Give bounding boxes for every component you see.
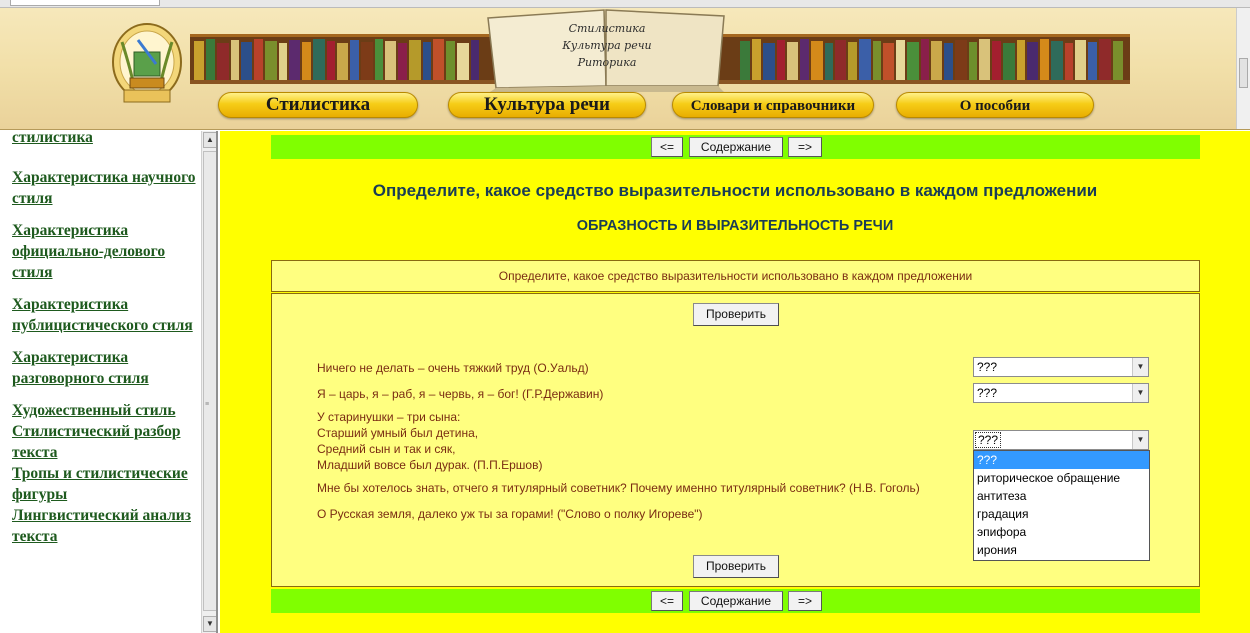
question-2: Я – царь, я – раб, я – червь, я – бог! (… [317, 387, 604, 401]
prev-page-button[interactable]: <= [651, 137, 683, 157]
sidebar-link-official-style[interactable]: Характеристика официально-делового стиля [0, 220, 196, 283]
sidebar-scroll-thumb[interactable] [203, 151, 216, 611]
sidebar-link-publicistic-style[interactable]: Характеристика публицистического стиля [0, 294, 196, 336]
question-3-line-4: Младший вовсе был дурак. (П.П.Ершов) [317, 458, 543, 472]
book-line-2: Культура речи [562, 39, 652, 52]
sidebar-link-colloquial-style[interactable]: Характеристика разговорного стиля [0, 347, 196, 389]
next-page-button[interactable]: => [788, 137, 822, 157]
open-book-image: Стилистика Культура речи Риторика [478, 6, 736, 92]
dropdown-option[interactable]: эпифора [974, 523, 1149, 541]
question-3-line-1: У старинушки – три сына: [317, 410, 461, 424]
question-1: Ничего не делать – очень тяжкий труд (О.… [317, 361, 589, 375]
site-header: Стилистика Культура речи Риторика Стилис… [0, 0, 1250, 130]
book-line-3: Риторика [577, 56, 637, 69]
answer-dropdown-list: ??? риторическое обращение антитеза град… [973, 450, 1150, 561]
scroll-down-arrow-icon[interactable]: ▼ [203, 616, 216, 632]
next-page-button[interactable]: => [788, 591, 822, 611]
scroll-up-arrow-icon[interactable]: ▲ [203, 132, 216, 148]
quiz-panel: Проверить Ничего не делать – очень тяжки… [271, 293, 1200, 587]
answer-select-3-value: ??? [975, 432, 1002, 448]
contents-button[interactable]: Содержание [689, 591, 783, 611]
answer-select-1-value: ??? [977, 360, 998, 374]
chevron-down-icon[interactable]: ▼ [1132, 431, 1148, 449]
page-navbar-top: <= Содержание => [271, 135, 1200, 159]
nav-speech-culture-button[interactable]: Культура речи [448, 92, 646, 118]
question-3: У старинушки – три сына: Старший умный б… [317, 409, 542, 473]
sidebar-link-tropes[interactable]: Тропы и стилистические фигуры [0, 463, 196, 505]
main-content: <= Содержание => Определите, какое средс… [220, 131, 1250, 633]
sidebar-link-scientific-style[interactable]: Характеристика научного стиля [0, 167, 196, 209]
nav-about-button[interactable]: О пособии [896, 92, 1094, 118]
book-line-1: Стилистика [568, 22, 646, 35]
question-3-line-3: Средний сын и так и сяк, [317, 442, 456, 456]
check-button-bottom[interactable]: Проверить [693, 555, 779, 578]
dropdown-option[interactable]: ??? [974, 451, 1149, 469]
sidebar-scrollbar[interactable]: ▲ ≡ ▼ [201, 131, 216, 633]
sidebar-link-linguistic-analysis[interactable]: Лингвистический анализ текста [0, 505, 196, 547]
nav-stylistics-button[interactable]: Стилистика [218, 92, 418, 118]
page-title: Определите, какое средство выразительнос… [372, 181, 1098, 200]
contents-button[interactable]: Содержание [689, 137, 783, 157]
sidebar-link-stylistics[interactable]: стилистика [0, 131, 196, 148]
chevron-down-icon[interactable]: ▼ [1132, 358, 1148, 376]
page-subtitle: ОБРАЗНОСТЬ И ВЫРАЗИТЕЛЬНОСТЬ РЕЧИ [576, 218, 894, 234]
nav-dictionaries-button[interactable]: Словари и справочники [672, 92, 874, 118]
sidebar-link-stylistic-analysis[interactable]: Стилистический разбор текста [0, 421, 196, 463]
answer-select-1[interactable]: ??? ▼ [973, 357, 1149, 377]
answer-select-2[interactable]: ??? ▼ [973, 383, 1149, 403]
header-scroll-thumb[interactable] [1239, 58, 1248, 88]
dropdown-option[interactable]: антитеза [974, 487, 1149, 505]
answer-select-2-value: ??? [977, 386, 998, 400]
question-5: О Русская земля, далеко уж ты за горами!… [317, 507, 703, 521]
emblem-logo [112, 23, 182, 103]
chevron-down-icon[interactable]: ▼ [1132, 384, 1148, 402]
question-3-line-2: Старший умный был детина, [317, 426, 479, 440]
dropdown-option[interactable]: риторическое обращение [974, 469, 1149, 487]
page-navbar-bottom: <= Содержание => [271, 589, 1200, 613]
check-button-top[interactable]: Проверить [693, 303, 779, 326]
prev-page-button[interactable]: <= [651, 591, 683, 611]
question-4: Мне бы хотелось знать, отчего я титулярн… [317, 481, 920, 495]
task-description: Определите, какое средство выразительнос… [271, 260, 1200, 292]
address-field[interactable] [10, 0, 160, 6]
dropdown-option[interactable]: ирония [974, 541, 1149, 559]
header-scrollbar[interactable] [1236, 8, 1250, 129]
sidebar: стилистика Характеристика научного стиля… [0, 131, 218, 633]
scroll-grip-icon: ≡ [205, 401, 210, 408]
sidebar-link-artistic-style[interactable]: Художественный стиль [0, 400, 196, 421]
sidebar-links: стилистика Характеристика научного стиля… [0, 131, 200, 547]
dropdown-option[interactable]: градация [974, 505, 1149, 523]
answer-select-3[interactable]: ??? ▼ [973, 430, 1149, 450]
